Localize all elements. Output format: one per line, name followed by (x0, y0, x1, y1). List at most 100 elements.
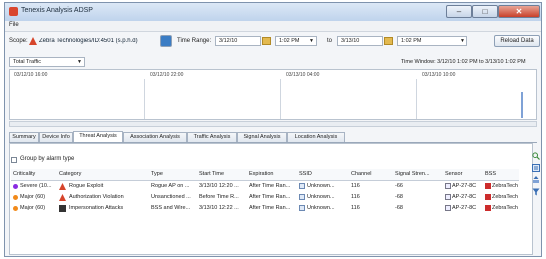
bss-icon (485, 205, 491, 211)
column-bss[interactable]: BSS (485, 171, 515, 177)
tab-summary[interactable]: Summary (9, 132, 39, 142)
column-start-time[interactable]: Start Time (199, 171, 239, 177)
to-date-input[interactable]: 3/13/10 (337, 36, 383, 46)
column-criticality[interactable]: Criticality (13, 171, 51, 177)
traffic-spike (521, 92, 523, 118)
column-sensor[interactable]: Sensor (445, 171, 475, 177)
bss-icon (485, 183, 491, 189)
cell-expiration: After Time Ran... (249, 205, 291, 211)
column-signal-strength[interactable]: Signal Stren... (395, 171, 435, 177)
to-label: to (327, 38, 333, 44)
cell-criticality: Major (60) (20, 194, 46, 200)
ssid-icon (299, 205, 305, 211)
scope-label: Scope: (9, 38, 28, 44)
chevron-down-icon[interactable]: ▼ (309, 38, 314, 44)
window-title: Tenexis Analysis ADSP (21, 7, 93, 14)
timeline-gridline (416, 79, 417, 119)
close-button[interactable]: ✕ (498, 5, 540, 18)
column-ssid[interactable]: SSID (299, 171, 329, 177)
cell-bss: ZebraTech (492, 183, 518, 189)
menu-bar: File (5, 21, 541, 32)
calendar-icon[interactable] (262, 37, 271, 45)
export-icon[interactable] (532, 176, 540, 184)
reload-data-button[interactable]: Reload Data (494, 35, 540, 47)
app-window: Tenexis Analysis ADSP – □ ✕ File Scope: … (4, 2, 542, 257)
cell-signal: -68 (395, 205, 403, 211)
timeline-gridline (280, 79, 281, 119)
column-type[interactable]: Type (151, 171, 191, 177)
authorization-icon (59, 194, 66, 201)
timeline-tick: 03/12/10 16:00 (14, 72, 48, 78)
app-icon (9, 7, 18, 16)
alarm-table-header: Criticality Category Type Start Time Exp… (11, 169, 519, 181)
traffic-timeline[interactable]: 03/12/10 16:00 03/12/10 22:00 03/13/10 0… (9, 69, 537, 120)
cell-channel: 116 (351, 183, 360, 189)
cell-channel: 116 (351, 194, 360, 200)
timeline-gridline (144, 79, 145, 119)
scope-value[interactable]: Zebra Technologies/ID:4501 (s.p.h.d) (39, 38, 157, 44)
timeline-scrollbar[interactable] (9, 121, 537, 127)
cell-signal: -66 (395, 183, 403, 189)
traffic-filter-select[interactable]: Total Traffic (9, 57, 85, 67)
search-icon[interactable] (532, 152, 540, 160)
calendar-icon[interactable] (384, 37, 393, 45)
cell-category: Rogue Exploit (69, 183, 104, 189)
tab-location-analysis[interactable]: Location Analysis (287, 132, 345, 142)
sensor-icon (445, 194, 451, 200)
menu-file[interactable]: File (9, 22, 19, 28)
rogue-icon (59, 183, 66, 190)
cell-type: Unsanctioned ... (151, 194, 191, 200)
major-dot-icon (13, 195, 18, 200)
sensor-icon (445, 205, 451, 211)
sensor-icon (445, 183, 451, 189)
checkbox-box[interactable] (11, 157, 17, 163)
cell-criticality: Severe (10... (20, 183, 52, 189)
chevron-down-icon[interactable]: ▼ (460, 38, 465, 44)
scope-picker-button[interactable] (160, 35, 172, 47)
impersonation-icon (59, 205, 66, 212)
timeline-tick: 03/13/10 10:00 (422, 72, 456, 78)
cell-type: Rogue AP on ... (151, 183, 190, 189)
cell-type: BSS and Wire... (151, 205, 191, 211)
timeline-tick: 03/12/10 22:00 (150, 72, 184, 78)
cell-expiration: After Time Ran... (249, 183, 291, 189)
ssid-icon (299, 194, 305, 200)
tab-signal-analysis[interactable]: Signal Analysis (237, 132, 287, 142)
major-dot-icon (13, 206, 18, 211)
cell-criticality: Major (60) (20, 205, 46, 211)
cell-start-time: 3/13/10 12:20 ... (199, 183, 239, 189)
maximize-button[interactable]: □ (472, 5, 498, 18)
chevron-down-icon[interactable]: ▼ (77, 59, 82, 65)
minimize-button[interactable]: – (446, 5, 472, 18)
bss-icon (485, 194, 491, 200)
column-category[interactable]: Category (59, 171, 119, 177)
timeline-tick: 03/13/10 04:00 (286, 72, 320, 78)
table-row[interactable]: Major (60) Authorization Violation Unsan… (11, 193, 519, 203)
from-date-input[interactable]: 3/12/10 (215, 36, 261, 46)
tab-association-analysis[interactable]: Association Analysis (123, 132, 187, 142)
analysis-tabs: Summary Device Info Threat Analysis Asso… (9, 131, 537, 143)
cell-signal: -68 (395, 194, 403, 200)
cell-ssid: Unknown... (307, 194, 335, 200)
column-expiration[interactable]: Expiration (249, 171, 289, 177)
tab-traffic-analysis[interactable]: Traffic Analysis (187, 132, 237, 142)
to-time-input[interactable]: 1:02 PM (397, 36, 467, 46)
column-channel[interactable]: Channel (351, 171, 381, 177)
tab-device-info[interactable]: Device Info (39, 132, 73, 142)
table-row[interactable]: Severe (10... Rogue Exploit Rogue AP on … (11, 182, 519, 192)
ssid-icon (299, 183, 305, 189)
table-row[interactable]: Major (60) Impersonation Attacks BSS and… (11, 204, 519, 214)
title-bar: Tenexis Analysis ADSP – □ ✕ (5, 3, 541, 21)
cell-sensor: AP-27-8C (452, 194, 477, 200)
severe-dot-icon (13, 184, 18, 189)
cell-start-time: Before Time R... (199, 194, 239, 200)
cell-category: Impersonation Attacks (69, 205, 124, 211)
scope-toolbar: Scope: Zebra Technologies/ID:4501 (s.p.h… (5, 32, 541, 52)
list-icon[interactable] (532, 164, 540, 172)
cell-start-time: 3/13/10 12:22 ... (199, 205, 239, 211)
tab-threat-analysis[interactable]: Threat Analysis (73, 131, 123, 142)
filter-row: Total Traffic ▼ Time Window: 3/12/10 1:0… (5, 55, 541, 69)
filter-icon[interactable] (532, 188, 540, 196)
cell-ssid: Unknown... (307, 205, 335, 211)
cell-channel: 116 (351, 205, 360, 211)
